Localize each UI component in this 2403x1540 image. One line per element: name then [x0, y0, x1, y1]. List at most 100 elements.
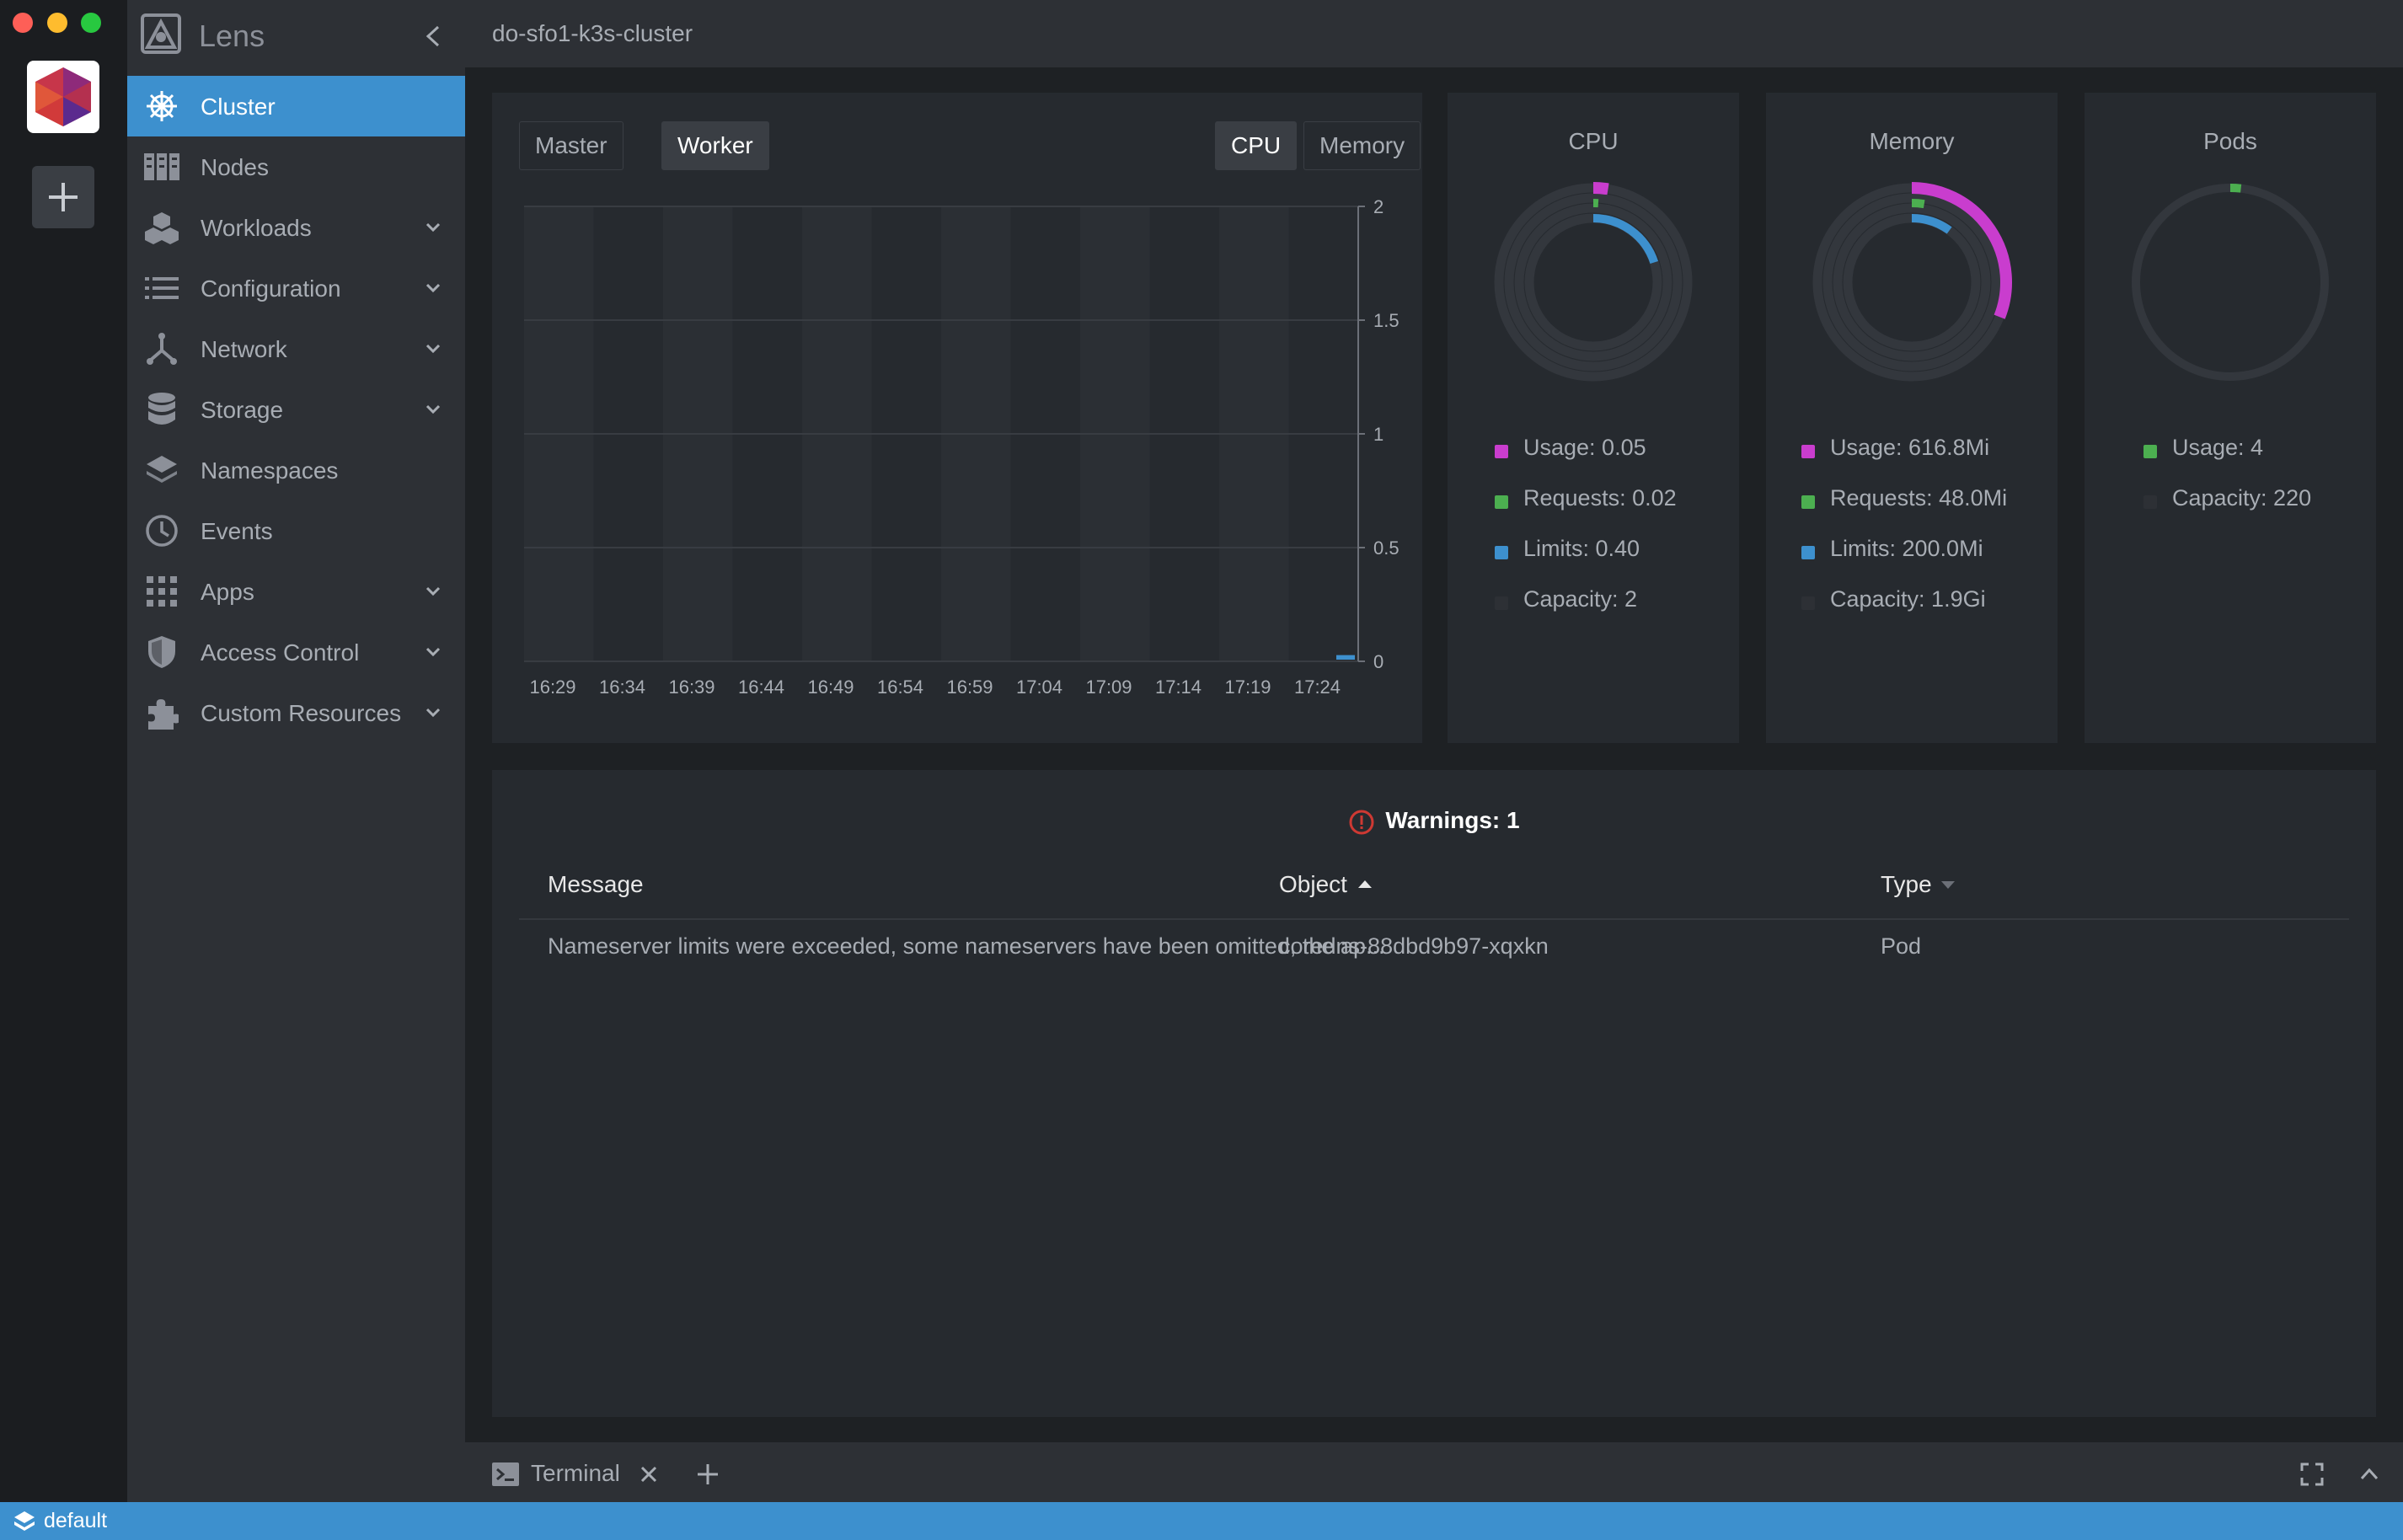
- window-zoom-button[interactable]: [81, 13, 101, 33]
- sidebar-item-label: Events: [201, 518, 273, 544]
- warning-icon: [1349, 810, 1374, 835]
- sidebar-item-cluster[interactable]: Cluster: [127, 76, 465, 136]
- x-tick-label: 16:39: [668, 676, 714, 698]
- x-tick-label: 17:09: [1085, 676, 1132, 698]
- sidebar-item-namespaces[interactable]: Namespaces: [127, 440, 465, 500]
- add-cluster-button[interactable]: [32, 166, 94, 228]
- namespace-layers-icon: [14, 1511, 35, 1531]
- sort-asc-icon: [1357, 880, 1372, 888]
- sidebar-item-storage[interactable]: Storage: [127, 379, 465, 440]
- x-tick-label: 16:34: [599, 676, 645, 698]
- window-minimize-button[interactable]: [47, 13, 67, 33]
- chevron-down-icon: [425, 404, 441, 414]
- legend-dot: [1495, 546, 1508, 559]
- collapse-sidebar-icon[interactable]: [421, 22, 445, 51]
- legend-label: Capacity: 220: [2172, 485, 2312, 511]
- clock-icon: [144, 514, 179, 548]
- chevron-up-icon[interactable]: [2358, 1462, 2381, 1486]
- sort-desc-icon: [1940, 881, 1955, 889]
- gauge-track: [1822, 193, 2001, 372]
- chevron-down-icon: [425, 283, 441, 293]
- column-header-message[interactable]: Message: [548, 871, 644, 898]
- grid-icon: [144, 575, 179, 608]
- sidebar-item-custom-resources[interactable]: Custom Resources: [127, 682, 465, 743]
- close-icon[interactable]: [639, 1464, 659, 1484]
- legend-label: Requests: 48.0Mi: [1830, 485, 2008, 511]
- sidebar: Lens Cluster Nodes Workloads Configurati…: [127, 0, 465, 1502]
- sidebar-item-workloads[interactable]: Workloads: [127, 197, 465, 258]
- warning-object[interactable]: coredns-88dbd9b97-xqxkn: [1279, 933, 1549, 960]
- x-tick-label: 17:04: [1016, 676, 1062, 698]
- sidebar-item-label: Configuration: [201, 275, 341, 302]
- main-header: do-sfo1-k3s-cluster: [465, 0, 2403, 67]
- sidebar-item-label: Custom Resources: [201, 700, 402, 726]
- current-namespace[interactable]: default: [44, 1509, 107, 1533]
- sidebar-item-label: Storage: [201, 397, 284, 423]
- legend-label: Limits: 0.40: [1523, 536, 1640, 561]
- terminal-tab[interactable]: Terminal: [531, 1460, 620, 1487]
- sidebar-item-label: Namespaces: [201, 457, 339, 484]
- window-close-button[interactable]: [13, 13, 33, 33]
- nodes-icon: [144, 150, 179, 184]
- chevron-down-icon: [425, 344, 441, 354]
- sidebar-item-nodes[interactable]: Nodes: [127, 136, 465, 197]
- cluster-name: do-sfo1-k3s-cluster: [492, 20, 693, 46]
- legend-dot: [1801, 546, 1815, 559]
- chart-bar: [1336, 655, 1355, 660]
- gauge-track: [1514, 203, 1672, 361]
- sidebar-nav: Cluster Nodes Workloads Configuration Ne…: [127, 76, 465, 743]
- legend-dot: [1801, 596, 1815, 610]
- table-header: Message Object Type: [519, 861, 2349, 920]
- legend-dot: [2143, 445, 2157, 458]
- legend-dot: [1495, 445, 1508, 458]
- chevron-down-icon: [425, 222, 441, 233]
- gauge-arc-requests: [1911, 199, 1925, 209]
- new-terminal-plus-icon[interactable]: [696, 1462, 720, 1486]
- cpu-gauge-panel: CPU Usage: 0.05 Requests: 0.02 Limits: 0…: [1448, 93, 1739, 743]
- sidebar-item-configuration[interactable]: Configuration: [127, 258, 465, 318]
- warnings-title: Warnings: 1: [1385, 807, 1520, 833]
- helm-wheel-icon: [144, 89, 179, 123]
- bottom-dock: Terminal: [465, 1442, 2403, 1502]
- metrics-chart-panel: Master Worker CPU Memory 2 1.5 1 0.5 0 16:29 1…: [492, 93, 1422, 743]
- column-header-type[interactable]: Type: [1881, 871, 1957, 898]
- x-tick-label: 17:19: [1224, 676, 1271, 698]
- sidebar-item-label: Apps: [201, 579, 254, 605]
- sidebar-item-network[interactable]: Network: [127, 318, 465, 379]
- x-tick-label: 16:44: [738, 676, 784, 698]
- sidebar-header: Lens: [127, 0, 465, 74]
- gauge-title: Memory: [1869, 128, 1955, 154]
- database-icon: [144, 393, 179, 426]
- list-icon: [144, 271, 179, 305]
- memory-gauge-panel: Memory Usage: 616.8Mi Requests: 48.0Mi L…: [1766, 93, 2058, 743]
- y-tick-label: 0.5: [1373, 537, 1400, 559]
- sidebar-item-label: Access Control: [201, 639, 360, 666]
- legend-label: Usage: 616.8Mi: [1830, 435, 1990, 460]
- column-header-object[interactable]: Object: [1279, 871, 1374, 898]
- terminal-icon: [492, 1462, 519, 1486]
- gauge-arc-usage: [2229, 184, 2242, 193]
- cluster-dock: [0, 0, 127, 1502]
- sidebar-item-events[interactable]: Events: [127, 500, 465, 561]
- legend-label: Capacity: 1.9Gi: [1830, 586, 1986, 612]
- gauge-arc-usage: [1592, 182, 1609, 195]
- gauge-track: [1843, 213, 1981, 351]
- layers-icon: [144, 453, 179, 487]
- column-header-label: Type: [1881, 871, 1932, 897]
- x-tick-label: 17:24: [1294, 676, 1341, 698]
- table-row[interactable]: Nameserver limits were exceeded, some na…: [519, 922, 2349, 981]
- sidebar-item-apps[interactable]: Apps: [127, 561, 465, 622]
- legend-dot: [1495, 495, 1508, 509]
- legend-dot: [2143, 495, 2157, 509]
- pods-gauge-panel: Pods Usage: 4 Capacity: 220: [2085, 93, 2376, 743]
- y-tick-label: 0: [1373, 651, 1383, 672]
- cluster-avatar-icon[interactable]: [27, 61, 99, 133]
- x-tick-label: 16:59: [946, 676, 993, 698]
- warnings-panel: Warnings: 1 Message Object Type Nameserv…: [492, 770, 2376, 1417]
- sidebar-item-label: Network: [201, 336, 287, 362]
- legend-label: Usage: 0.05: [1523, 435, 1646, 460]
- chevron-down-icon: [425, 586, 441, 596]
- fullscreen-icon[interactable]: [2300, 1462, 2324, 1486]
- warning-type: Pod: [1881, 933, 1922, 959]
- sidebar-item-access-control[interactable]: Access Control: [127, 622, 465, 682]
